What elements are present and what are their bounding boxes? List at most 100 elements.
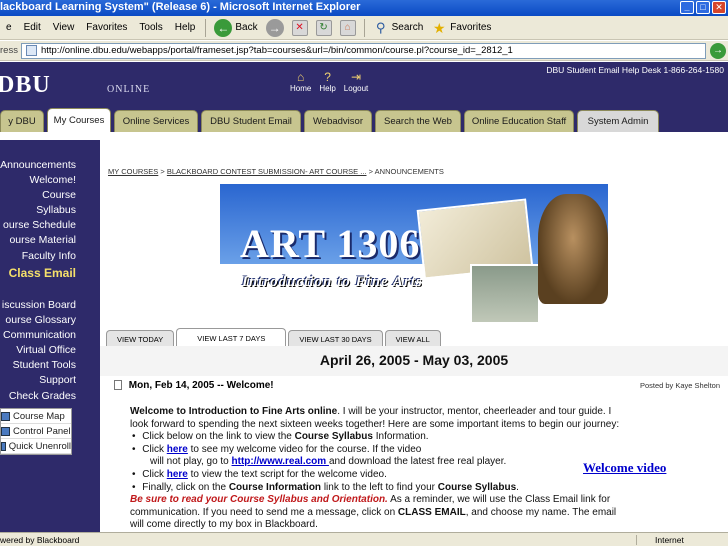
dbu-logo: DBU — [0, 72, 51, 98]
address-bar: ress http://online.dbu.edu/webapps/porta… — [0, 41, 728, 61]
date-range: April 26, 2005 - May 03, 2005 — [100, 346, 728, 376]
menu-help[interactable]: Help — [169, 22, 202, 33]
favorites-button[interactable]: ★ Favorites — [427, 20, 495, 36]
menu-tools[interactable]: Tools — [133, 22, 168, 33]
forward-arrow-icon: → — [265, 18, 284, 37]
header-home-link[interactable]: ⌂ Home — [290, 70, 311, 93]
bullet-4-text: Finally, click on the — [142, 481, 229, 493]
bullet-4-bold-2: Course Syllabus — [437, 481, 517, 493]
bullet-2-cont: will not play, go to — [150, 456, 232, 468]
forward-button[interactable]: → — [262, 18, 288, 37]
refresh-button[interactable]: ↻ — [312, 19, 336, 36]
nav-check-grades[interactable]: Check Grades — [2, 389, 76, 404]
tab-my-courses[interactable]: My Courses — [47, 108, 111, 132]
script-here-link[interactable]: here — [167, 469, 188, 480]
status-bar: wered by Blackboard Internet — [0, 532, 728, 546]
breadcrumb-announcements: ANNOUNCEMENTS — [374, 167, 444, 176]
window-title: lackboard Learning System" (Release 6) -… — [0, 1, 361, 13]
tab-system-admin[interactable]: System Admin — [577, 110, 659, 132]
address-input[interactable]: http://online.dbu.edu/webapps/portal/fra… — [20, 42, 706, 59]
announcement-title: Mon, Feb 14, 2005 -- Welcome! — [114, 380, 274, 391]
address-url: http://online.dbu.edu/webapps/portal/fra… — [40, 45, 513, 56]
intro-paragraph: Welcome to Introduction to Fine Arts onl… — [130, 406, 620, 431]
course-menu-bottom: iscussion Board ourse Glossary Communica… — [2, 298, 76, 404]
stop-icon: ✕ — [291, 19, 308, 36]
nav-welcome[interactable]: Welcome! — [0, 173, 77, 188]
header-links[interactable]: DBU Student Email Help Desk 1-866-264-15… — [546, 65, 724, 75]
content-area: MY COURSES > BLACKBOARD CONTEST SUBMISSI… — [100, 140, 728, 532]
go-arrow-icon[interactable]: → — [710, 42, 726, 59]
nav-faculty-info[interactable]: Faculty Info — [0, 249, 76, 264]
tab-my-dbu[interactable]: y DBU — [0, 110, 44, 132]
online-logo-text: ONLINE — [107, 84, 151, 95]
favorites-label: Favorites — [450, 22, 492, 33]
nav-discussion-board[interactable]: iscussion Board — [2, 298, 76, 313]
tab-online-education-staff[interactable]: Online Education Staff — [464, 110, 574, 132]
menu-favorites[interactable]: Favorites — [80, 22, 133, 33]
refresh-icon: ↻ — [315, 19, 332, 36]
nav-student-tools[interactable]: Student Tools — [2, 358, 76, 373]
back-button[interactable]: ← Back — [210, 18, 261, 37]
nav-class-email[interactable]: Class Email — [9, 266, 76, 280]
nav-course-syllabus[interactable]: Course Syllabus — [0, 188, 76, 218]
document-icon — [114, 380, 122, 391]
breadcrumb-my-courses[interactable]: MY COURSES — [108, 167, 158, 176]
video-here-link[interactable]: here — [167, 444, 188, 455]
menu-view[interactable]: View — [47, 22, 81, 33]
bullet-4-end: . — [516, 481, 519, 493]
header-icons: ⌂ Home ? Help ⇥ Logout — [290, 70, 368, 93]
reminder-paragraph: Be sure to read your Course Syllabus and… — [130, 494, 620, 532]
posted-by: Posted by Kaye Shelton — [639, 381, 720, 390]
course-map-icon — [1, 411, 10, 421]
tab-search-the-web[interactable]: Search the Web — [375, 110, 461, 132]
search-icon: ⚲ — [375, 19, 386, 35]
tool-control-panel[interactable]: Control Panel — [1, 424, 71, 439]
header-home-label: Home — [290, 84, 312, 93]
quick-unenroll-icon — [1, 441, 6, 451]
minimize-button[interactable]: _ — [680, 1, 694, 14]
home-button[interactable]: ⌂ — [336, 19, 360, 36]
tool-quick-unenroll[interactable]: Quick Unenroll — [1, 439, 71, 454]
banner-dancer-image — [470, 264, 540, 324]
menu-file[interactable]: e — [0, 22, 18, 33]
reminder-red: Be sure to read your Course Syllabus and… — [130, 494, 388, 506]
breadcrumb-course[interactable]: BLACKBOARD CONTEST SUBMISSION- ART COURS… — [167, 167, 367, 176]
close-button[interactable]: ✕ — [712, 1, 726, 14]
header-logout-label: Logout — [343, 84, 369, 93]
announcement-body: Welcome to Introduction to Fine Arts onl… — [130, 406, 620, 532]
tab-view-last-7-days[interactable]: VIEW LAST 7 DAYS — [176, 328, 287, 348]
tool-control-panel-label: Control Panel — [13, 425, 71, 437]
menu-edit[interactable]: Edit — [18, 22, 47, 33]
bullet-syllabus: Click below on the link to view the Cour… — [130, 431, 620, 444]
nav-course-material[interactable]: ourse Material — [0, 233, 76, 248]
course-menu: Announcements Welcome! Course Syllabus o… — [0, 132, 100, 532]
home-icon: ⌂ — [339, 19, 356, 36]
nav-communication[interactable]: Communication — [2, 328, 76, 343]
header-logout-link[interactable]: ⇥ Logout — [344, 70, 368, 93]
security-zone: Internet — [636, 534, 728, 545]
page-icon — [25, 45, 37, 56]
nav-support[interactable]: Support — [2, 373, 76, 388]
course-banner: ART 1306 Introduction to Fine Arts — [220, 184, 608, 324]
bullet-3-text: Click — [142, 468, 167, 480]
real-player-link[interactable]: http://www.real.com — [232, 456, 329, 467]
tool-course-map[interactable]: Course Map — [1, 409, 71, 424]
nav-course-schedule[interactable]: ourse Schedule — [0, 218, 76, 233]
maximize-button[interactable]: □ — [696, 1, 710, 14]
bullet-2-text: Click — [142, 443, 167, 455]
nav-course-glossary[interactable]: ourse Glossary — [2, 313, 76, 328]
header-help-link[interactable]: ? Help — [319, 70, 335, 93]
search-button[interactable]: ⚲ Search — [369, 20, 428, 36]
bullet-course-info: Finally, click on the Course Information… — [130, 482, 620, 495]
nav-virtual-office[interactable]: Virtual Office — [2, 343, 76, 358]
welcome-video-link[interactable]: Welcome video — [583, 460, 666, 476]
tab-dbu-student-email[interactable]: DBU Student Email — [201, 110, 301, 132]
nav-announcements[interactable]: Announcements — [0, 158, 76, 173]
help-icon: ? — [324, 70, 331, 84]
tab-online-services[interactable]: Online Services — [114, 110, 198, 132]
bullet-video-cont: will not play, go to http://www.real.com… — [130, 456, 620, 469]
banner-subtitle: Introduction to Fine Arts — [242, 274, 423, 290]
tab-webadvisor[interactable]: Webadvisor — [304, 110, 372, 132]
tool-quick-unenroll-label: Quick Unenroll — [8, 440, 71, 452]
stop-button[interactable]: ✕ — [288, 19, 312, 36]
